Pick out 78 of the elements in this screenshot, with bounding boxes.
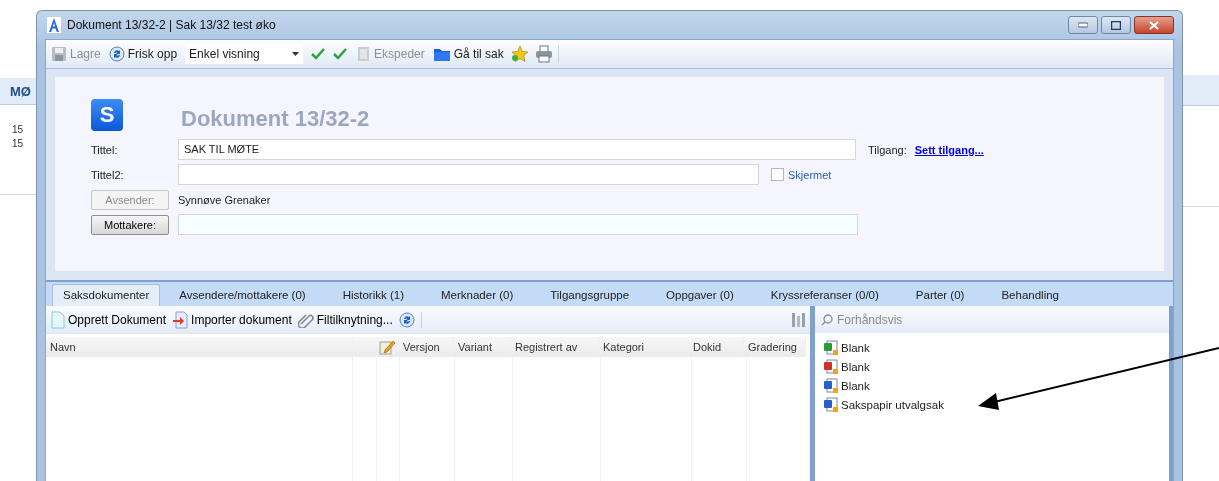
input-field[interactable] [178,164,759,185]
dropdown-arrow-icon [292,52,300,56]
refresh-button[interactable] [398,311,415,328]
column-header[interactable]: Registrert av [511,337,599,357]
tab[interactable]: Oppgaver (0) [655,284,745,306]
checkmark-icon [332,46,349,62]
minimize-icon [1078,22,1088,28]
columns-icon [790,311,806,328]
recipients-button[interactable]: Mottakere: [91,214,169,235]
folder-icon [432,46,451,62]
close-button[interactable] [1134,16,1174,34]
toolbar-button[interactable]: Frisk opp [106,45,180,63]
maximize-button[interactable] [1101,16,1131,34]
sender-name: Synnøve Grenaker [178,193,271,206]
list-text: 15 [11,123,25,137]
checkmark-icon [310,46,327,62]
close-icon [1149,20,1159,30]
floppy-icon [51,46,67,62]
tab[interactable]: Historikk (1) [331,284,415,306]
template-item[interactable]: Blank [823,339,1169,357]
app-badge: S [91,99,123,131]
printer-icon [534,45,553,63]
minimize-button[interactable] [1068,16,1098,34]
toolbar-button[interactable]: Importer dokument [172,310,292,329]
check-button[interactable] [331,46,350,62]
search-icon [821,313,833,326]
document-stack-icon [355,46,372,62]
column-header[interactable]: Dokid [689,337,744,357]
tab[interactable]: Tilgangsgruppe [539,284,641,306]
access-link[interactable]: Sett tilgang... [914,143,984,156]
column-header[interactable]: Gradering [744,337,806,357]
refresh-icon [108,46,125,62]
list-text: 15 [11,137,25,151]
window-title: Dokument 13/32-2 | Sak 13/32 test øko [67,18,277,32]
tab[interactable]: Parter (0) [904,284,976,306]
favorite-button[interactable] [509,45,530,63]
pencil-note-icon [379,339,395,355]
document-icon [823,378,839,394]
tab[interactable]: Avsendere/mottakere (0) [168,284,317,306]
toolbar-button[interactable]: Opprett Dokument [51,310,167,329]
template-item[interactable]: Blank [823,377,1169,395]
blank-page-icon [51,310,65,329]
document-icon [823,397,839,413]
column-chooser-button[interactable] [790,311,806,328]
letter-a-logo-icon [47,17,61,33]
input-field[interactable]: SAK TIL MØTE [178,139,856,160]
field-label: Tittel2: [91,168,125,181]
template-item[interactable]: Sakspapir utvalgsak [823,396,1169,414]
page-arrow-icon [172,310,189,329]
checkbox-label: Skjermet [788,168,832,181]
maximize-icon [1111,20,1121,30]
tab[interactable]: Kryssreferanser (0/0) [759,284,890,306]
refresh-icon [398,311,415,328]
column-header[interactable]: Versjon [399,337,454,357]
tab[interactable]: Behandling [990,284,1070,306]
view-dropdown[interactable]: Enkel visning [185,44,304,64]
header-bar [1183,75,1219,106]
heading: MØ [9,83,31,99]
column-header[interactable]: Navn [46,337,354,357]
print-button[interactable] [533,45,554,63]
star-icon [510,45,529,63]
field-label: Tittel: [91,143,119,156]
column-header[interactable]: Variant [454,337,511,357]
tab[interactable]: Saksdokumenter [52,284,161,306]
field-label: Tilgang: [868,143,907,156]
paperclip-icon [297,311,314,328]
template-item[interactable]: Blank [823,358,1169,376]
input-field[interactable] [178,214,858,235]
document-heading: Dokument 13/32-2 [181,105,370,132]
document-icon [823,359,839,375]
column-header[interactable] [377,337,399,357]
document-icon [823,340,839,356]
toolbar-button[interactable]: Gå til sak [430,45,506,63]
column-header[interactable]: Kategori [599,337,689,357]
checkbox[interactable] [771,168,784,181]
tab[interactable]: Merknader (0) [430,284,525,306]
toolbar-button[interactable]: Filtilknytning... [297,311,393,328]
check-button[interactable] [309,46,328,62]
